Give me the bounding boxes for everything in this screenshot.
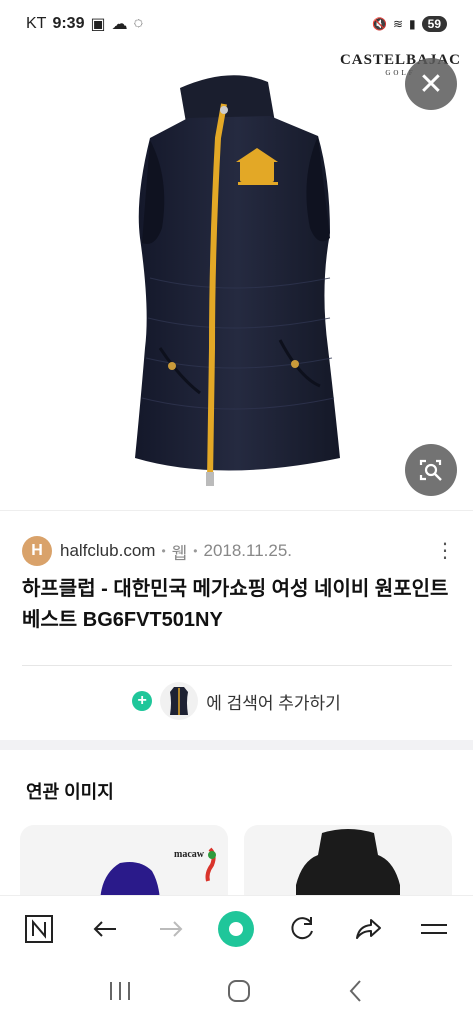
divider: [22, 665, 452, 666]
lens-search-icon: [419, 459, 442, 481]
system-navigation-bar: [0, 962, 473, 1024]
green-dot-button[interactable]: [213, 906, 259, 952]
carrier: KT: [26, 15, 47, 32]
browser-toolbar: [0, 895, 473, 961]
plus-icon: +: [132, 691, 153, 711]
vest-thumbnail: [160, 682, 199, 720]
divider: [0, 510, 473, 511]
wifi-icon: ≋: [392, 17, 404, 31]
add-search-label: 에 검색어 추가하기: [206, 693, 341, 713]
mute-icon: 🔇: [372, 17, 387, 31]
more-options-icon[interactable]: ⋮: [435, 541, 455, 561]
share-button[interactable]: [345, 906, 391, 952]
menu-button[interactable]: [411, 906, 457, 952]
separator-dot: •: [193, 544, 198, 558]
result-type: 웹: [171, 543, 188, 563]
signal-icon: ▮: [409, 17, 416, 31]
recent-apps-icon: [109, 981, 130, 1000]
home-button[interactable]: [226, 978, 252, 1009]
vest-product-image: [135, 75, 340, 486]
section-separator: [0, 740, 473, 750]
cloud-icon: ☁: [111, 16, 128, 33]
system-back-icon: [349, 979, 361, 1002]
hamburger-menu-icon: [420, 923, 447, 934]
image-viewer[interactable]: CASTELBAJAC GOLF ✕: [0, 48, 473, 510]
sync-icon: ◌: [133, 15, 144, 32]
recent-apps-button[interactable]: [107, 979, 133, 1008]
screenshot-icon: ▣: [90, 16, 106, 33]
refresh-icon: [291, 916, 314, 939]
related-image-card[interactable]: macaw: [20, 825, 228, 905]
home-icon: [228, 979, 251, 1002]
result-title[interactable]: 하프클럽 - 대한민국 메가쇼핑 여성 네이비 원포인트 베스트 BG6FVT5…: [22, 574, 452, 636]
black-vest-image: [296, 829, 400, 905]
back-button[interactable]: [82, 906, 128, 952]
system-back-button[interactable]: [346, 978, 366, 1009]
refresh-button[interactable]: [279, 906, 325, 952]
source-row[interactable]: H halfclub.com • 웹 • 2018.11.25. ⋮: [22, 536, 455, 566]
forward-arrow-icon: [159, 920, 183, 937]
green-dot-icon: [218, 910, 255, 947]
back-arrow-icon: [93, 920, 116, 937]
site-favicon: H: [22, 536, 52, 566]
forward-button[interactable]: [148, 906, 194, 952]
naver-home-button[interactable]: [16, 906, 62, 952]
macaw-logo: macaw: [174, 849, 204, 860]
image-search-button[interactable]: [405, 444, 457, 496]
share-arrow-icon: [356, 918, 382, 939]
status-bar: KT 9:39 ▣ ☁ ◌ 🔇 ≋ ▮ 59: [0, 0, 473, 48]
related-image-card[interactable]: [244, 825, 452, 905]
site-name[interactable]: halfclub.com: [60, 541, 155, 561]
battery-indicator: 59: [421, 16, 447, 32]
clock: 9:39: [52, 15, 85, 32]
related-images-heading: 연관 이미지: [26, 782, 114, 802]
close-icon: ✕: [418, 67, 444, 101]
add-search-term-button[interactable]: + 에 검색어 추가하기: [0, 682, 473, 720]
naver-n-icon: [24, 914, 53, 943]
close-button[interactable]: ✕: [405, 58, 457, 110]
purple-jacket-image: [100, 847, 216, 905]
separator-dot: •: [161, 544, 166, 558]
result-date: 2018.11.25.: [203, 541, 293, 560]
